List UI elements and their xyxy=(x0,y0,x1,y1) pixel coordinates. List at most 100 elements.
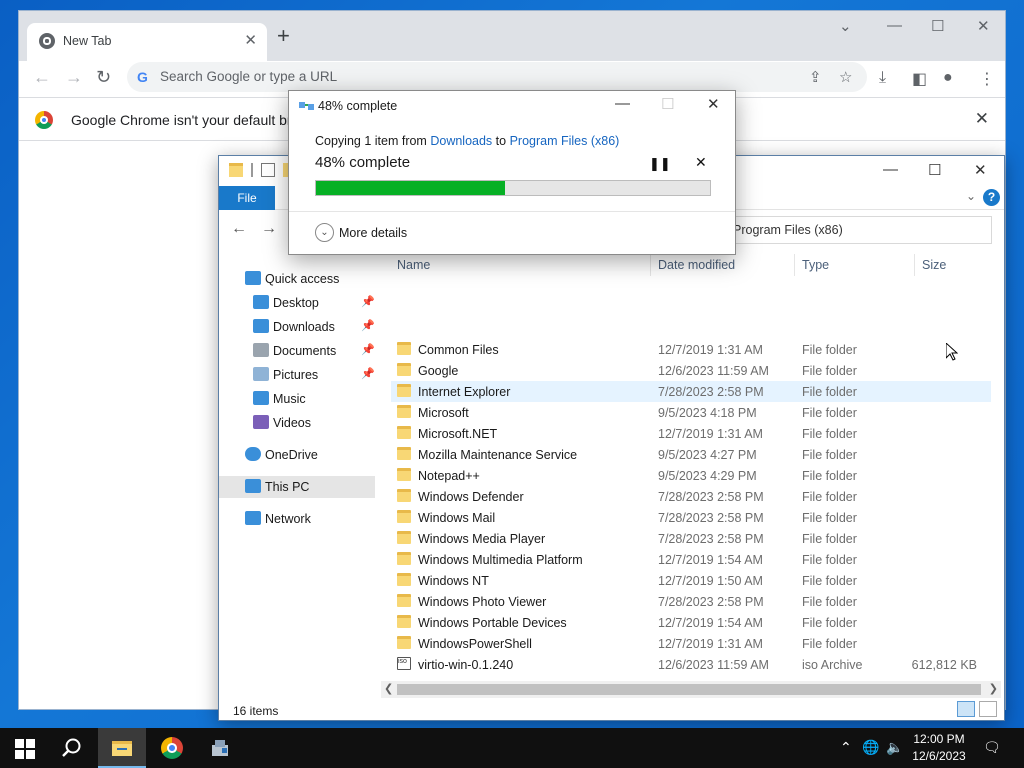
taskbar-file-explorer[interactable] xyxy=(98,728,146,768)
sidebar-item-quick-access[interactable]: Quick access xyxy=(219,268,375,290)
file-name: Notepad++ xyxy=(418,469,480,483)
destination-link[interactable]: Program Files (x86) xyxy=(510,134,620,148)
minimize-icon[interactable]: — xyxy=(887,17,902,34)
sidebar-item-music[interactable]: Music xyxy=(219,388,375,410)
properties-icon[interactable] xyxy=(261,163,275,177)
sidebar-item-pictures[interactable]: Pictures 📌 xyxy=(219,364,375,386)
share-icon[interactable]: ⇪ xyxy=(809,68,822,86)
table-row[interactable]: Mozilla Maintenance Service 9/5/2023 4:27… xyxy=(391,444,991,465)
forward-icon[interactable]: → xyxy=(65,67,83,88)
table-row[interactable]: Windows Photo Viewer 7/28/2023 2:58 PM Fil… xyxy=(391,591,991,612)
dialog-close-icon[interactable]: ✕ xyxy=(707,95,720,113)
tab-new-tab[interactable]: New Tab ✕ xyxy=(27,23,267,61)
table-row[interactable]: Windows Multimedia Platform 12/7/2019 1:5… xyxy=(391,549,991,570)
pin-icon[interactable]: 📌 xyxy=(361,319,375,332)
pause-icon[interactable]: ❚❚ xyxy=(649,156,671,172)
progress-fill xyxy=(316,181,506,195)
column-divider[interactable] xyxy=(650,254,651,276)
sidebar-item-this-pc[interactable]: This PC xyxy=(219,476,375,498)
menu-kebab-icon[interactable]: ⋮ xyxy=(979,69,995,89)
sidebar-item-label: This PC xyxy=(265,480,310,494)
taskbar-setup-app[interactable] xyxy=(196,728,244,768)
table-row[interactable]: Google 12/6/2023 11:59 AM File folder xyxy=(391,360,991,381)
more-details-button[interactable]: More details xyxy=(339,226,407,240)
explorer-maximize-icon[interactable]: ☐ xyxy=(928,161,941,179)
details-view-icon[interactable] xyxy=(957,701,975,717)
table-row[interactable]: virtio-win-0.1.240 12/6/2023 11:59 AM iso … xyxy=(391,654,991,675)
search-icon xyxy=(62,738,81,757)
sidebar-item-onedrive[interactable]: OneDrive xyxy=(219,444,375,466)
show-hidden-icons-chevron-icon[interactable]: ⌃ xyxy=(840,739,852,756)
back-icon[interactable]: ← xyxy=(33,67,51,88)
file-type: File folder xyxy=(802,511,857,525)
explorer-back-icon[interactable]: ← xyxy=(231,220,247,238)
table-row[interactable]: Notepad++ 9/5/2023 4:29 PM File folder xyxy=(391,465,991,486)
file-name: Windows Defender xyxy=(418,490,524,504)
network-globe-icon[interactable]: 🌐 xyxy=(862,739,879,756)
cancel-copy-icon[interactable]: ✕ xyxy=(695,154,707,171)
column-header-type[interactable]: Type xyxy=(802,258,829,272)
source-link[interactable]: Downloads xyxy=(430,134,492,148)
sidebar-item-documents[interactable]: Documents 📌 xyxy=(219,340,375,362)
table-row[interactable]: Windows Defender 7/28/2023 2:58 PM File fo… xyxy=(391,486,991,507)
taskbar-chrome[interactable] xyxy=(148,728,196,768)
reload-icon[interactable]: ↻ xyxy=(96,67,111,88)
tab-close-icon[interactable]: ✕ xyxy=(244,31,257,49)
notifications-icon[interactable]: 🗨 xyxy=(983,739,1001,756)
sidebar-item-label: Network xyxy=(265,512,311,526)
ribbon-file-tab[interactable]: File xyxy=(219,186,275,210)
omnibox-placeholder[interactable]: Search Google or type a URL xyxy=(160,69,337,84)
infobar-close-icon[interactable]: ✕ xyxy=(975,109,989,129)
file-date-modified: 7/28/2023 2:58 PM xyxy=(658,385,764,399)
scroll-left-icon[interactable]: ❮ xyxy=(384,682,393,695)
start-button[interactable] xyxy=(0,728,48,768)
column-header-date[interactable]: Date modified xyxy=(658,258,735,272)
table-row[interactable]: Common Files 12/7/2019 1:31 AM File folder xyxy=(391,339,991,360)
column-divider[interactable] xyxy=(794,254,795,276)
column-header-size[interactable]: Size xyxy=(922,258,946,272)
new-tab-button[interactable]: + xyxy=(277,25,290,47)
close-icon[interactable]: ✕ xyxy=(977,17,990,35)
taskbar-clock[interactable]: 12:00 PM 12/6/2023 xyxy=(905,731,973,765)
table-row[interactable]: Windows NT 12/7/2019 1:50 AM File folder xyxy=(391,570,991,591)
table-row[interactable]: Internet Explorer 7/28/2023 2:58 PM File f… xyxy=(391,381,991,402)
explorer-close-icon[interactable]: ✕ xyxy=(974,161,987,179)
maximize-icon[interactable]: ☐ xyxy=(931,17,944,35)
table-row[interactable]: Windows Mail 7/28/2023 2:58 PM File folder xyxy=(391,507,991,528)
omnibox[interactable]: G Search Google or type a URL ⇪ ☆ xyxy=(127,62,867,92)
table-row[interactable]: Windows Portable Devices 12/7/2019 1:54 A… xyxy=(391,612,991,633)
explorer-minimize-icon[interactable]: — xyxy=(883,161,898,178)
chevron-down-icon[interactable]: ⌄ xyxy=(315,223,334,242)
explorer-forward-icon[interactable]: → xyxy=(261,220,277,238)
sidebar-item-network[interactable]: Network xyxy=(219,508,375,530)
scrollbar-thumb[interactable] xyxy=(397,684,981,695)
sidebar-item-downloads[interactable]: Downloads 📌 xyxy=(219,316,375,338)
volume-muted-icon[interactable]: 🔈 xyxy=(886,739,903,756)
table-row[interactable]: WindowsPowerShell 12/7/2019 1:31 AM File f… xyxy=(391,633,991,654)
address-bar[interactable]: Program Files (x86) xyxy=(734,216,992,244)
pin-icon[interactable]: 📌 xyxy=(361,295,375,308)
table-row[interactable]: Microsoft 9/5/2023 4:18 PM File folder xyxy=(391,402,991,423)
file-explorer-icon xyxy=(112,741,132,756)
column-divider[interactable] xyxy=(914,254,915,276)
horizontal-scrollbar[interactable]: ❮ ❯ xyxy=(381,681,1001,698)
column-header-name[interactable]: Name xyxy=(397,258,430,272)
large-icons-view-icon[interactable] xyxy=(979,701,997,717)
sidebar-item-videos[interactable]: Videos xyxy=(219,412,375,434)
bookmark-star-icon[interactable]: ☆ xyxy=(839,68,852,86)
tab-search-icon[interactable]: ⌄ xyxy=(839,17,852,35)
table-row[interactable]: Microsoft.NET 12/7/2019 1:31 AM File folde… xyxy=(391,423,991,444)
sidebar-item-desktop[interactable]: Desktop 📌 xyxy=(219,292,375,314)
download-icon[interactable]: ⤓ xyxy=(879,69,886,87)
pin-icon[interactable]: 📌 xyxy=(361,343,375,356)
scroll-right-icon[interactable]: ❯ xyxy=(989,682,998,695)
search-button[interactable] xyxy=(48,728,96,768)
pin-icon[interactable]: 📌 xyxy=(361,367,375,380)
help-icon[interactable]: ? xyxy=(983,189,1000,206)
dialog-minimize-icon[interactable]: — xyxy=(615,95,630,112)
folder-icon xyxy=(229,163,243,177)
expand-ribbon-icon[interactable]: ⌄ xyxy=(966,189,976,203)
side-panel-icon[interactable]: ◧ xyxy=(912,69,927,89)
table-row[interactable]: Windows Media Player 7/28/2023 2:58 PM Fil… xyxy=(391,528,991,549)
profile-avatar-icon[interactable]: ● xyxy=(943,69,953,87)
